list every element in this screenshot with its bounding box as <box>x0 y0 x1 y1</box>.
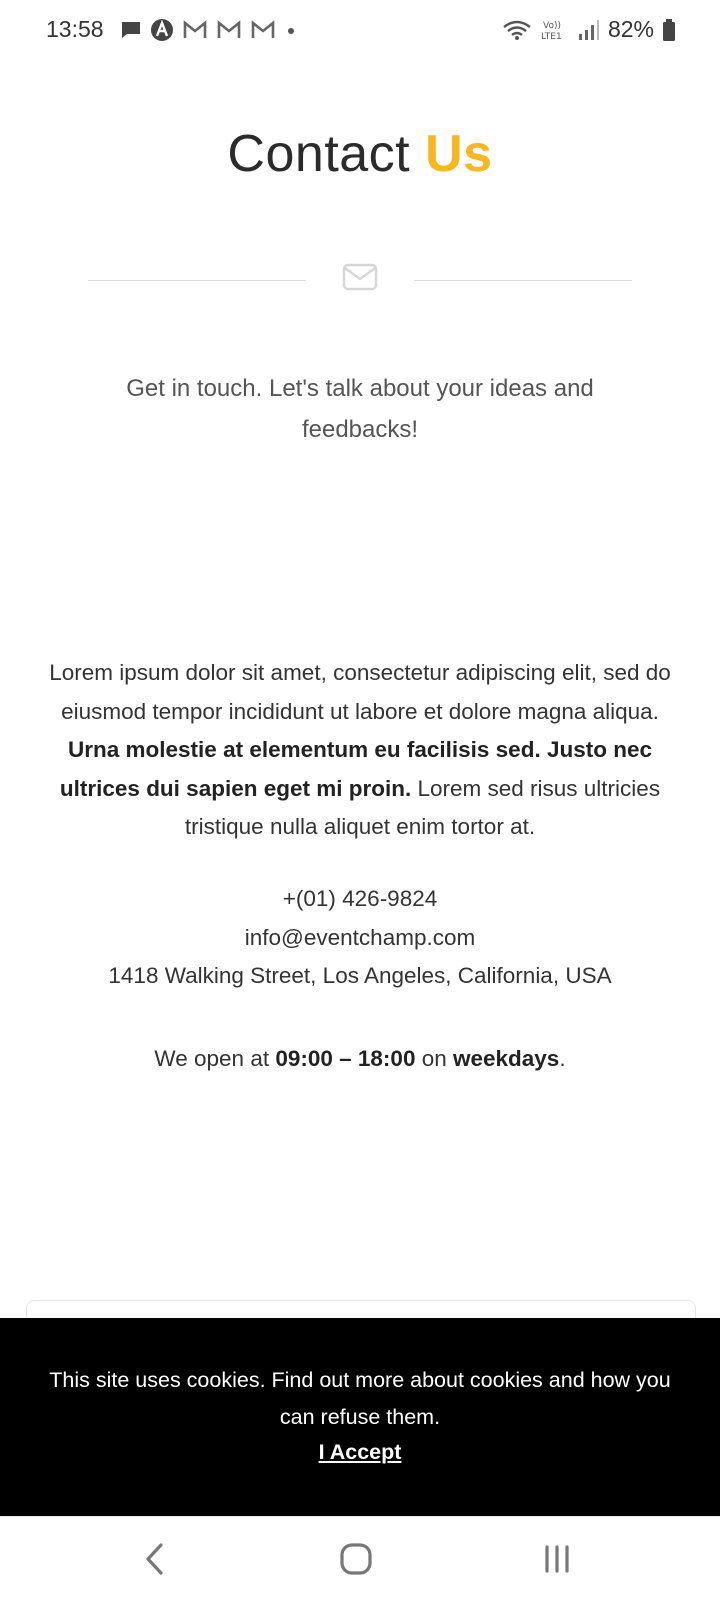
more-notifications-dot-icon <box>288 28 294 34</box>
notification-icons <box>120 18 298 42</box>
battery-icon <box>663 18 675 41</box>
cookie-banner: This site uses cookies. Find out more ab… <box>0 1318 720 1516</box>
gmail-icon <box>183 20 207 38</box>
recents-button[interactable] <box>532 1539 582 1579</box>
page-title-main: Contact <box>227 125 426 183</box>
address: 1418 Walking Street, Los Angeles, Califo… <box>108 963 612 988</box>
page-title: Contact Us <box>0 124 720 184</box>
back-button[interactable] <box>130 1539 180 1579</box>
system-nav-bar <box>0 1516 720 1601</box>
signal-icon <box>578 19 599 40</box>
contact-info: +(01) 426-9824 info@eventchamp.com 1418 … <box>40 880 680 996</box>
status-bar: 13:58 Vo)) LTE1 82% <box>0 0 720 64</box>
hours-middle: on <box>415 1046 453 1071</box>
description-intro: Lorem ipsum dolor sit amet, consectetur … <box>49 660 671 724</box>
battery-percent: 82% <box>607 16 654 42</box>
home-button[interactable] <box>331 1539 381 1579</box>
cookie-accept-wrapper: I Accept <box>0 1440 720 1465</box>
status-right: Vo)) LTE1 82% <box>502 16 676 43</box>
title-divider <box>88 262 632 298</box>
email-address[interactable]: info@eventchamp.com <box>40 919 680 958</box>
mail-icon <box>342 263 378 291</box>
back-icon <box>146 1543 163 1575</box>
divider-line-left <box>88 280 306 281</box>
cookie-message: This site uses cookies. Find out more ab… <box>49 1368 671 1429</box>
hours-time-range: 09:00 – 18:00 <box>275 1046 416 1071</box>
hours-days: weekdays <box>452 1046 560 1071</box>
contact-description: Lorem ipsum dolor sit amet, consectetur … <box>34 654 686 847</box>
contact-subtitle: Get in touch. Let's talk about your idea… <box>126 375 594 443</box>
recents-icon <box>545 1545 569 1573</box>
gmail-icon <box>251 20 275 38</box>
svg-text:Vo)): Vo)) <box>543 21 561 31</box>
svg-text:LTE1: LTE1 <box>541 32 562 42</box>
page-title-accent: Us <box>425 125 493 183</box>
hours-suffix: . <box>559 1046 566 1071</box>
lte-icon: Vo)) LTE1 <box>541 21 562 42</box>
hours-prefix: We open at <box>154 1046 276 1071</box>
message-icon <box>122 22 140 38</box>
a-app-icon <box>151 19 173 41</box>
opening-hours: We open at 09:00 – 18:00 on weekdays. <box>40 1040 680 1078</box>
phone-number[interactable]: +(01) 426-9824 <box>40 880 680 919</box>
home-icon <box>340 1543 372 1575</box>
divider-line-right <box>414 280 632 281</box>
gmail-icon <box>217 20 241 38</box>
status-time: 13:58 <box>46 16 104 42</box>
wifi-icon <box>503 20 531 40</box>
cookie-accept-button[interactable]: I Accept <box>319 1440 402 1464</box>
